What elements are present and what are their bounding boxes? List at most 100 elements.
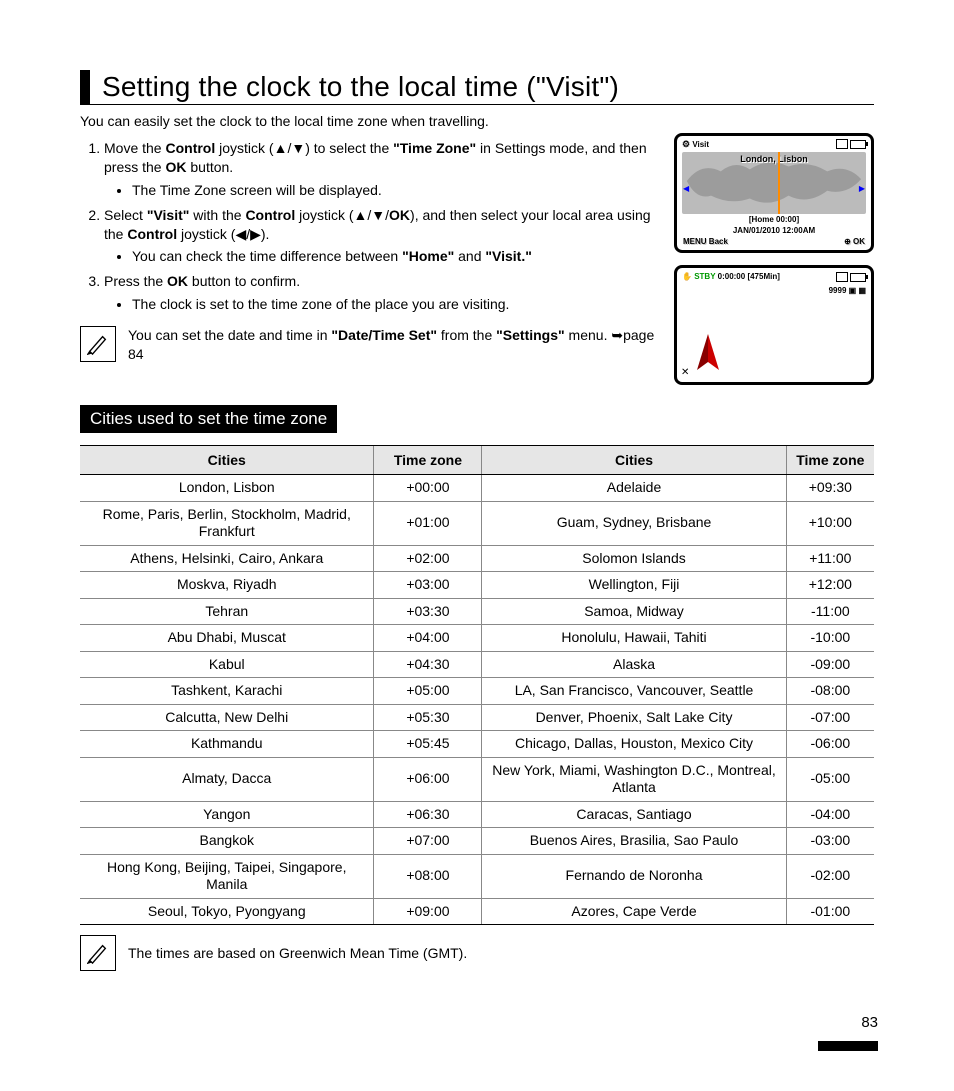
- steps-list: Move the Control joystick (▲/▼) to selec…: [80, 139, 662, 314]
- photo-icon: ▣: [849, 286, 857, 295]
- note-icon: [80, 326, 116, 362]
- timezone-cell: +08:00: [374, 854, 482, 898]
- city-cell: Seoul, Tokyo, Pyongyang: [80, 898, 374, 925]
- gear-icon: ⚙: [682, 139, 690, 149]
- timezone-cell: +05:00: [374, 678, 482, 705]
- rec-time: 0:00:00: [718, 272, 746, 281]
- timezone-cell: +11:00: [786, 545, 874, 572]
- card-icon: [836, 139, 848, 149]
- section-heading: Cities used to set the time zone: [80, 405, 337, 433]
- visit-label: "Visit.": [485, 248, 531, 264]
- timezone-cell: +06:30: [374, 801, 482, 828]
- nav-right-icon: ▶: [859, 184, 865, 193]
- timezone-cell: -02:00: [786, 854, 874, 898]
- table-row: Moskva, Riyadh+03:00Wellington, Fiji+12:…: [80, 572, 874, 599]
- city-cell: Wellington, Fiji: [482, 572, 786, 599]
- table-row: Seoul, Tokyo, Pyongyang+09:00Azores, Cap…: [80, 898, 874, 925]
- step-text: joystick (▲/▼) to select the: [215, 140, 393, 156]
- timezone-cell: +00:00: [374, 475, 482, 502]
- step-text: Move the: [104, 140, 165, 156]
- timezone-cell: -08:00: [786, 678, 874, 705]
- note-2: The times are based on Greenwich Mean Ti…: [80, 935, 874, 971]
- step-3: Press the OK button to confirm. The cloc…: [104, 272, 662, 314]
- table-row: Abu Dhabi, Muscat+04:00Honolulu, Hawaii,…: [80, 625, 874, 652]
- note-2-text: The times are based on Greenwich Mean Ti…: [128, 945, 467, 961]
- timezone-cell: -07:00: [786, 704, 874, 731]
- step-text: and: [454, 248, 485, 264]
- step-2-bullet: You can check the time difference betwee…: [132, 247, 662, 266]
- timezone-cell: +04:30: [374, 651, 482, 678]
- ok-label: OK: [167, 273, 188, 289]
- timezone-cell: +03:30: [374, 598, 482, 625]
- step-text: with the: [189, 207, 245, 223]
- step-text: joystick (◀/▶).: [177, 226, 269, 242]
- timezone-cell: +05:30: [374, 704, 482, 731]
- remain-time: [475Min]: [747, 272, 779, 281]
- table-row: Calcutta, New Delhi+05:30Denver, Phoenix…: [80, 704, 874, 731]
- timezone-cell: +07:00: [374, 828, 482, 855]
- timezone-cell: -11:00: [786, 598, 874, 625]
- grid-icon: ▦: [858, 286, 866, 295]
- camera-icon: ✕: [681, 367, 689, 378]
- counter: 9999: [829, 286, 847, 295]
- city-cell: Hong Kong, Beijing, Taipei, Singapore, M…: [80, 854, 374, 898]
- timezone-cell: +01:00: [374, 501, 482, 545]
- page-number: 83: [861, 1014, 878, 1031]
- nav-left-icon: ◀: [683, 184, 689, 193]
- city-cell: New York, Miami, Washington D.C., Montre…: [482, 757, 786, 801]
- table-row: Athens, Helsinki, Cairo, Ankara+02:00Sol…: [80, 545, 874, 572]
- table-row: London, Lisbon+00:00Adelaide+09:30: [80, 475, 874, 502]
- stby-label: STBY: [694, 272, 715, 281]
- page-title: Setting the clock to the local time ("Vi…: [102, 71, 619, 103]
- city-cell: Chicago, Dallas, Houston, Mexico City: [482, 731, 786, 758]
- city-cell: Adelaide: [482, 475, 786, 502]
- ok-label: OK: [389, 207, 410, 223]
- timezone-cell: -01:00: [786, 898, 874, 925]
- timezone-table: Cities Time zone Cities Time zone London…: [80, 445, 874, 925]
- table-row: Kathmandu+05:45Chicago, Dallas, Houston,…: [80, 731, 874, 758]
- note-icon: [80, 935, 116, 971]
- lcd-city: London, Lisbon: [682, 154, 866, 164]
- city-cell: Kathmandu: [80, 731, 374, 758]
- city-cell: Tashkent, Karachi: [80, 678, 374, 705]
- th-cities-1: Cities: [80, 446, 374, 475]
- step-text: joystick (▲/▼/: [295, 207, 389, 223]
- city-cell: Athens, Helsinki, Cairo, Ankara: [80, 545, 374, 572]
- table-row: Rome, Paris, Berlin, Stockholm, Madrid, …: [80, 501, 874, 545]
- title-accent-bar: [80, 70, 90, 104]
- settings-label: "Settings": [496, 327, 565, 343]
- timezone-cell: -05:00: [786, 757, 874, 801]
- table-row: Tehran+03:30Samoa, Midway-11:00: [80, 598, 874, 625]
- city-cell: Denver, Phoenix, Salt Lake City: [482, 704, 786, 731]
- ok-label: OK: [853, 237, 865, 246]
- th-cities-2: Cities: [482, 446, 786, 475]
- table-row: Yangon+06:30Caracas, Santiago-04:00: [80, 801, 874, 828]
- page-title-row: Setting the clock to the local time ("Vi…: [80, 70, 874, 105]
- timezone-cell: +02:00: [374, 545, 482, 572]
- city-cell: Bangkok: [80, 828, 374, 855]
- table-row: Kabul+04:30Alaska-09:00: [80, 651, 874, 678]
- visit-label: "Visit": [147, 207, 190, 223]
- menu-label: MENU: [683, 237, 707, 246]
- th-tz-1: Time zone: [374, 446, 482, 475]
- timezone-cell: -10:00: [786, 625, 874, 652]
- lcd-menu-back: MENU Back: [683, 237, 728, 246]
- step-text: Select: [104, 207, 147, 223]
- city-cell: Solomon Islands: [482, 545, 786, 572]
- city-cell: Calcutta, New Delhi: [80, 704, 374, 731]
- lcd-home-time: [Home 00:00]: [677, 216, 871, 225]
- card-icon: [836, 272, 848, 282]
- timezone-cell: -09:00: [786, 651, 874, 678]
- city-cell: Caracas, Santiago: [482, 801, 786, 828]
- city-cell: Azores, Cape Verde: [482, 898, 786, 925]
- step-text: Press the: [104, 273, 167, 289]
- note-1: You can set the date and time in "Date/T…: [80, 326, 662, 364]
- lcd-counter-row: 9999 ▣ ▦: [677, 286, 871, 295]
- city-cell: LA, San Francisco, Vancouver, Seattle: [482, 678, 786, 705]
- battery-icon: [850, 140, 866, 149]
- timezone-cell: +12:00: [786, 572, 874, 599]
- table-row: Hong Kong, Beijing, Taipei, Singapore, M…: [80, 854, 874, 898]
- lcd-stby-row: ✋ STBY 0:00:00 [475Min]: [682, 272, 780, 282]
- city-cell: Guam, Sydney, Brisbane: [482, 501, 786, 545]
- city-cell: Fernando de Noronha: [482, 854, 786, 898]
